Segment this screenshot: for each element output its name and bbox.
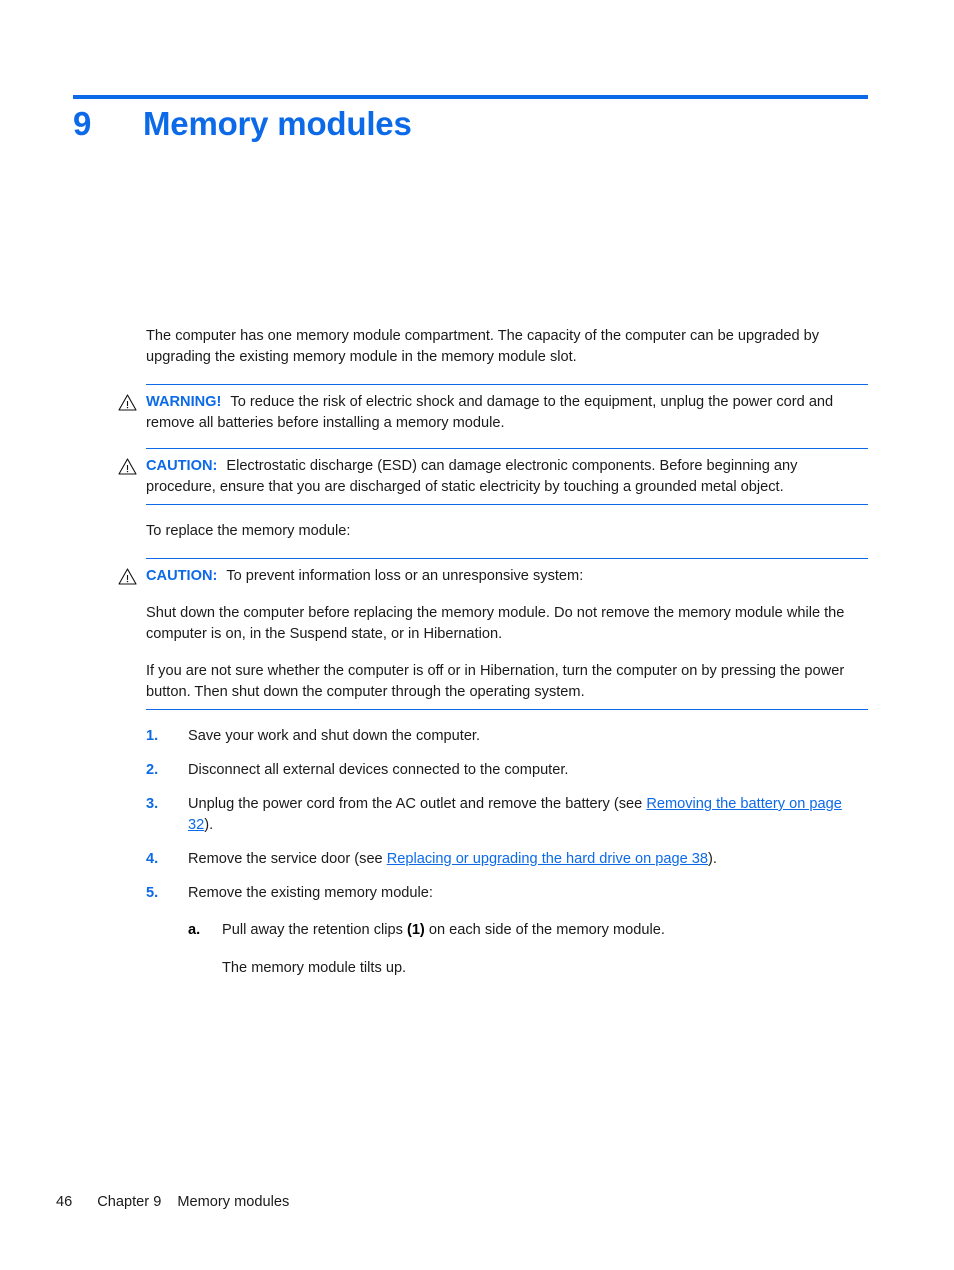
warning-text: To reduce the risk of electric shock and… (146, 394, 834, 431)
caution-esd-text: Electrostatic discharge (ESD) can damage… (146, 458, 798, 495)
list-item: 2. Disconnect all external devices conne… (146, 760, 868, 781)
step-marker: 4. (146, 851, 159, 867)
step-marker: 5. (146, 885, 159, 901)
procedure-step-list: 1. Save your work and shut down the comp… (146, 726, 868, 979)
caution-dataloss-notice: CAUTION: To prevent information loss or a… (118, 558, 868, 710)
caution-dataloss-label: CAUTION: (146, 568, 218, 584)
callout-number: (1) (406, 922, 425, 938)
step-text-before: Remove the service door (see (188, 851, 387, 867)
list-item: a. Pull away the retention clips (1) on e… (188, 920, 868, 941)
step-marker: 1. (146, 728, 159, 744)
warning-notice-body: WARNING! To reduce the risk of electric s… (146, 392, 868, 434)
document-body: The computer has one memory module compa… (118, 326, 868, 992)
footer-chapter-label: Chapter 9 (97, 1194, 162, 1210)
caution-dataloss-paragraph-1: Shut down the computer before replacing … (146, 605, 845, 642)
substep-note: The memory module tilts up. (222, 960, 407, 976)
caution-esd-notice: CAUTION: Electrostatic discharge (ESD) ca… (118, 448, 868, 505)
substep-text-after: on each side of the memory module. (424, 922, 665, 938)
caution-esd-label: CAUTION: (146, 458, 218, 474)
list-item: 4. Remove the service door (see Replacing… (146, 849, 868, 870)
chapter-number: 9 (73, 105, 92, 142)
caution-esd-body: CAUTION: Electrostatic discharge (ESD) ca… (146, 456, 868, 498)
step-text-after: ). (708, 851, 717, 867)
page-title: Memory modules (143, 105, 412, 142)
step-text-after: ). (204, 817, 214, 833)
list-item: 1. Save your work and shut down the comp… (146, 726, 868, 747)
chapter-heading-rule (73, 95, 868, 99)
step-text: Save your work and shut down the compute… (188, 728, 481, 744)
chapter-heading: 9 Memory modules (73, 104, 873, 144)
intro-paragraph: The computer has one memory module compa… (146, 328, 820, 365)
footer-chapter-title: Memory modules (177, 1194, 290, 1210)
warning-triangle-icon (118, 458, 137, 475)
list-item: 3. Unplug the power cord from the AC outl… (146, 794, 868, 836)
page-footer: 46 Chapter 9 Memory modules (56, 1192, 289, 1212)
footer-page-number: 46 (56, 1194, 73, 1210)
warning-triangle-icon (118, 394, 137, 411)
substep-list: a. Pull away the retention clips (1) on e… (188, 920, 868, 941)
document-page: 9 Memory modules The computer has one me… (0, 0, 954, 1270)
caution-dataloss-text: To prevent information loss or an unresp… (226, 568, 584, 584)
caution-dataloss-body: CAUTION: To prevent information loss or a… (146, 566, 868, 587)
list-item: 5. Remove the existing memory module: a.… (146, 883, 868, 979)
warning-triangle-icon (118, 568, 137, 585)
warning-notice: WARNING! To reduce the risk of electric s… (118, 384, 868, 434)
step-marker: 2. (146, 762, 159, 778)
warning-label: WARNING! (146, 394, 222, 410)
lead-in-paragraph: To replace the memory module: (146, 523, 351, 539)
step-text: Remove the existing memory module: (188, 885, 433, 901)
substep-text-before: Pull away the retention clips (222, 922, 407, 938)
caution-dataloss-paragraph-2: If you are not sure whether the computer… (146, 663, 845, 700)
step-text: Disconnect all external devices connecte… (188, 762, 569, 778)
substep-marker: a. (188, 922, 201, 938)
step-text-before: Unplug the power cord from the AC outlet… (188, 796, 647, 812)
link-replacing-or-upgrading-hard-drive[interactable]: Replacing or upgrading the hard drive on… (387, 851, 708, 867)
step-marker: 3. (146, 796, 159, 812)
